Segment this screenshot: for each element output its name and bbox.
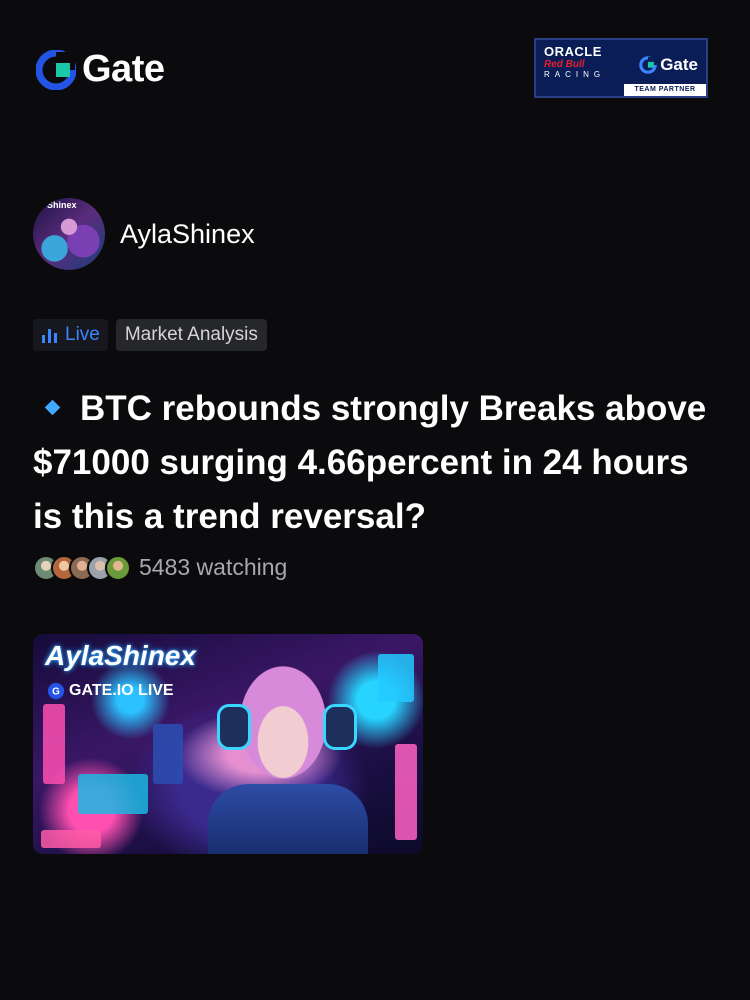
stream-tags: Live Market Analysis (33, 319, 267, 351)
svg-text:G: G (52, 687, 60, 698)
watching-count-text: 5483 watching (139, 554, 288, 580)
live-label: Live (65, 324, 100, 345)
redbull-text: Red Bull (544, 59, 585, 70)
stream-title-text: BTC rebounds strongly Breaks above $7100… (33, 389, 707, 536)
team-partner-badge: ORACLE Red Bull RACING Gate TEAM PARTNER (534, 38, 708, 98)
thumbnail-subtitle: G GATE.IO LIVE (47, 682, 174, 700)
stream-title[interactable]: BTC rebounds strongly Breaks above $7100… (33, 382, 713, 544)
avatar-caption: Shinex (47, 200, 77, 210)
neon-sign (78, 774, 148, 814)
thumbnail-title: AylaShinex (45, 640, 196, 671)
gate-logo-icon (36, 49, 76, 90)
blue-diamond-icon (44, 399, 61, 416)
live-badge: Live (33, 319, 108, 351)
neon-sign (43, 704, 65, 784)
thumbnail-subtitle-text: GATE.IO LIVE (69, 682, 174, 699)
gate-circle-icon: G (47, 682, 65, 700)
team-partner-label: TEAM PARTNER (624, 84, 706, 96)
jacket-shape (208, 784, 368, 854)
headphone-right (323, 704, 357, 750)
category-tag[interactable]: Market Analysis (115, 319, 267, 351)
streamer-name[interactable]: AylaShinex (120, 219, 255, 250)
stream-thumbnail[interactable]: AylaShinex G GATE.IO LIVE (33, 634, 423, 854)
gate-logo[interactable]: Gate (36, 48, 165, 91)
headphone-left (217, 704, 251, 750)
viewer-count: 5483 watching (33, 554, 287, 581)
neon-sign (378, 654, 414, 702)
neon-sign (41, 830, 101, 848)
streamer-avatar[interactable]: Shinex (33, 198, 105, 270)
viewer-avatar (105, 554, 131, 581)
gate-logo-text: Gate (82, 48, 165, 90)
live-bars-icon (42, 329, 57, 343)
neon-sign (395, 744, 417, 840)
partner-gate-text: Gate (660, 55, 698, 74)
oracle-text: ORACLE (544, 44, 602, 59)
neon-sign (153, 724, 183, 784)
racing-text: RACING (544, 70, 606, 79)
partner-gate-icon (639, 56, 657, 74)
